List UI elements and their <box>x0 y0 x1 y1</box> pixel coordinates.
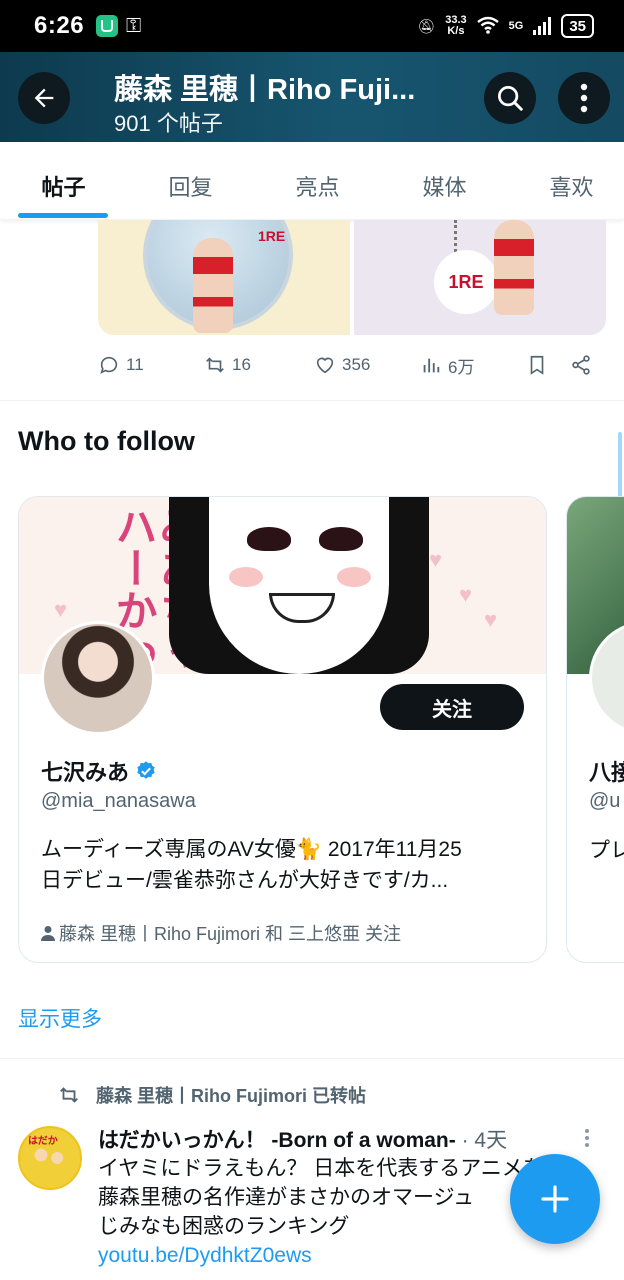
heart-icon: ♥ <box>429 547 443 572</box>
bookmark-icon <box>530 355 544 375</box>
like-button[interactable]: 356 <box>314 354 370 376</box>
more-vertical-icon <box>585 1129 589 1147</box>
battery-level: 35 <box>561 14 594 38</box>
tweet-author[interactable]: はだかいっかん！ -Born of a woman- <box>98 1129 456 1152</box>
reply-count: 11 <box>126 355 144 374</box>
wifi-icon <box>476 16 499 37</box>
status-bar: 6:26 ⚿ 🔕︎ 33.3 K/s 5G 35 <box>0 0 624 52</box>
tweet-header: はだかいっかん！ -Born of a woman- · 4天 <box>98 1124 568 1154</box>
repost-button[interactable]: 16 <box>204 354 251 376</box>
who-to-follow-title: Who to follow <box>18 426 195 456</box>
follow-suggestion-card[interactable]: 八接 @u プレ <box>566 496 624 963</box>
app-notification-icon <box>96 15 119 37</box>
mutual-followers-text: 藤森 里穂丨Riho Fujimori 和 三上悠亜 关注 <box>59 924 402 944</box>
bio-line: 日デビュー/雲雀恭弥さんが大好きです/カ... <box>41 869 449 892</box>
post-media: 1RE 1RE <box>98 220 606 335</box>
divider <box>0 1058 624 1059</box>
heart-icon: ♥ <box>459 582 473 607</box>
back-arrow-icon <box>34 88 54 108</box>
views-button[interactable]: 6万 <box>420 353 474 378</box>
post-count: 901 个帖子 <box>114 111 223 136</box>
can-logo-text: 1RE <box>258 228 286 244</box>
banner-mouth <box>269 593 335 623</box>
tab-replies[interactable]: 回复 <box>127 142 254 219</box>
post-actions: 11 16 356 6万 <box>98 350 598 380</box>
show-more-link[interactable]: 显示更多 <box>18 1003 102 1033</box>
tweet-more-button[interactable] <box>584 1128 590 1153</box>
compose-button[interactable] <box>510 1154 600 1244</box>
verified-icon <box>137 761 155 779</box>
avatar[interactable]: はだか <box>18 1126 82 1190</box>
status-time: 6:26 <box>34 12 85 39</box>
share-icon <box>572 355 590 375</box>
banner-face <box>209 497 389 674</box>
figure-image <box>193 238 233 333</box>
search-button[interactable] <box>484 72 536 124</box>
suggested-user-name: 八接 <box>589 760 624 785</box>
tweet-link[interactable]: youtu.be/DydhktZ0ews <box>98 1241 608 1270</box>
media-image-keychain[interactable]: 1RE <box>354 220 606 335</box>
suggested-user-name: 七沢みあ <box>41 755 157 787</box>
bio-line: ムーディーズ専属のAV女優🐈 2017年11月25 <box>41 838 462 861</box>
repost-context-text: 藤森 里穂丨Riho Fujimori 已转帖 <box>96 1086 366 1106</box>
bookmark-button[interactable] <box>526 354 548 376</box>
follow-suggestion-card[interactable]: みあちゃ ハーかわ ♥ ♥ ♥ ♥ 关注 七沢みあ @mia_nanasawa … <box>18 496 547 963</box>
reply-icon <box>100 356 118 374</box>
suggested-user-name-text: 七沢みあ <box>41 760 130 785</box>
profile-tabs: 帖子 回复 亮点 媒体 喜欢 <box>0 142 624 220</box>
tweet-time: · 4天 <box>461 1129 508 1152</box>
more-options-button[interactable] <box>558 72 610 124</box>
suggested-user-handle: @u <box>589 790 621 812</box>
profile-name: 藤森 里穂丨Riho Fuji... <box>114 74 416 106</box>
compose-plus-icon <box>541 1185 569 1213</box>
views-icon <box>423 358 440 373</box>
profile-header: 藤森 里穂丨Riho Fuji... 901 个帖子 <box>0 52 624 142</box>
mutual-followers: 藤森 里穂丨Riho Fujimori 和 三上悠亜 关注 <box>41 920 401 946</box>
heart-icon: ♥ <box>484 607 498 632</box>
back-button[interactable] <box>18 72 70 124</box>
suggested-user-bio: プレ <box>589 839 624 862</box>
person-icon <box>41 926 55 941</box>
repost-icon <box>60 1087 78 1103</box>
key-icon: ⚿ <box>126 14 142 37</box>
mute-icon: 🔕︎ <box>417 17 436 34</box>
keychain-chain <box>454 220 466 252</box>
banner-eye <box>247 527 291 551</box>
net-speed-unit: K/s <box>447 25 465 37</box>
figure-image <box>494 220 534 315</box>
more-vertical-icon <box>580 83 588 113</box>
avatar-text: はだか <box>28 1136 58 1147</box>
like-count: 356 <box>342 355 371 374</box>
search-icon <box>498 86 523 111</box>
net-speed: 33.3 K/s <box>445 15 466 37</box>
suggested-user-handle: @mia_nanasawa <box>41 790 196 812</box>
share-button[interactable] <box>570 354 592 376</box>
tab-highlights[interactable]: 亮点 <box>254 142 381 219</box>
avatar[interactable] <box>41 621 155 735</box>
divider <box>0 400 624 401</box>
like-icon <box>316 357 334 374</box>
network-type: 5G <box>508 20 524 32</box>
tab-likes[interactable]: 喜欢 <box>508 142 624 219</box>
banner-blush <box>337 567 371 587</box>
heart-icon: ♥ <box>54 597 68 622</box>
views-count: 6万 <box>448 357 475 377</box>
follow-button[interactable]: 关注 <box>380 684 524 730</box>
repost-context: 藤森 里穂丨Riho Fujimori 已转帖 <box>56 1082 366 1108</box>
banner-eye <box>319 527 363 551</box>
tab-media[interactable]: 媒体 <box>381 142 508 219</box>
reply-button[interactable]: 11 <box>98 354 144 376</box>
repost-icon <box>206 357 224 373</box>
signal-icon <box>533 17 552 35</box>
banner-blush <box>229 567 263 587</box>
repost-count: 16 <box>232 355 251 374</box>
suggested-user-bio: ムーディーズ専属のAV女優🐈 2017年11月25 日デビュー/雲雀恭弥さんが大… <box>41 834 531 896</box>
tab-posts[interactable]: 帖子 <box>0 142 127 219</box>
keychain-logo: 1RE <box>434 250 498 314</box>
media-image-can-badge[interactable]: 1RE <box>98 220 350 335</box>
